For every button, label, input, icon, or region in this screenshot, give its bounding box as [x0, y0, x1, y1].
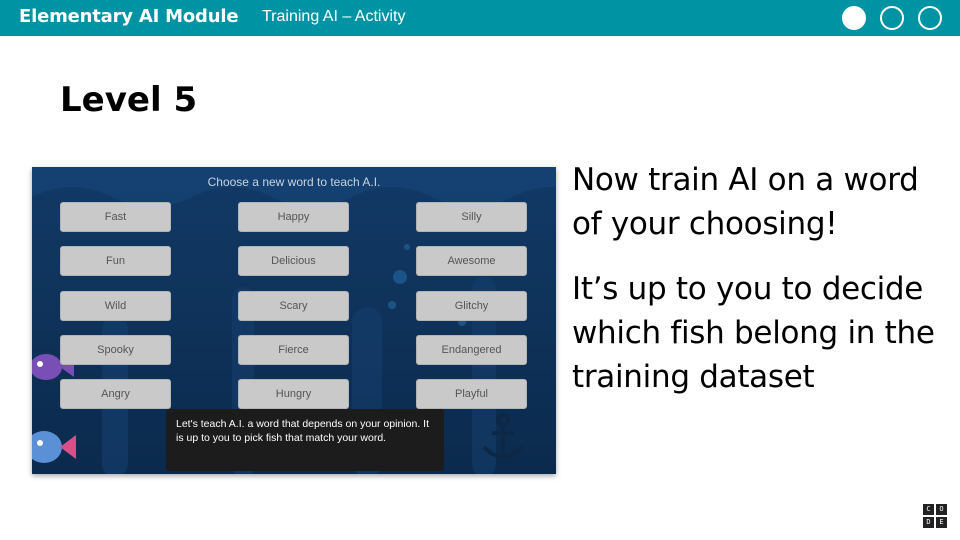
game-screenshot: Choose a new word to teach A.I. Fast Hap… [32, 167, 556, 474]
word-button-spooky[interactable]: Spooky [60, 335, 171, 365]
word-button-endangered[interactable]: Endangered [416, 335, 527, 365]
code-org-logo: C O D E [923, 504, 947, 528]
word-button-awesome[interactable]: Awesome [416, 246, 527, 276]
activity-title: Training AI – Activity [262, 8, 406, 25]
logo-letter-o: O [936, 504, 947, 515]
top-bar: Elementary AI Module Training AI – Activ… [0, 0, 960, 36]
word-button-fast[interactable]: Fast [60, 202, 171, 232]
word-button-angry[interactable]: Angry [60, 379, 171, 409]
word-button-delicious[interactable]: Delicious [238, 246, 349, 276]
word-button-fun[interactable]: Fun [60, 246, 171, 276]
word-button-fierce[interactable]: Fierce [238, 335, 349, 365]
progress-dot-1[interactable] [842, 6, 866, 30]
logo-letter-c: C [923, 504, 934, 515]
progress-dot-3[interactable] [918, 6, 942, 30]
progress-dot-2[interactable] [880, 6, 904, 30]
word-button-hungry[interactable]: Hungry [238, 379, 349, 409]
instruction-text-2: It’s up to you to decide which fish belo… [572, 271, 935, 395]
game-prompt: Choose a new word to teach A.I. [207, 175, 381, 189]
word-button-happy[interactable]: Happy [238, 202, 349, 232]
word-button-scary[interactable]: Scary [238, 291, 349, 321]
module-title: Elementary AI Module [19, 6, 239, 27]
logo-letter-e: E [936, 517, 947, 528]
word-button-glitchy[interactable]: Glitchy [416, 291, 527, 321]
instruction-text-1: Now train AI on a word of your choosing! [572, 162, 919, 242]
slide-title: Level 5 [60, 80, 198, 120]
logo-letter-d: D [923, 517, 934, 528]
word-button-wild[interactable]: Wild [60, 291, 171, 321]
word-button-playful[interactable]: Playful [416, 379, 527, 409]
hint-tooltip: Let's teach A.I. a word that depends on … [166, 409, 444, 471]
word-button-silly[interactable]: Silly [416, 202, 527, 232]
